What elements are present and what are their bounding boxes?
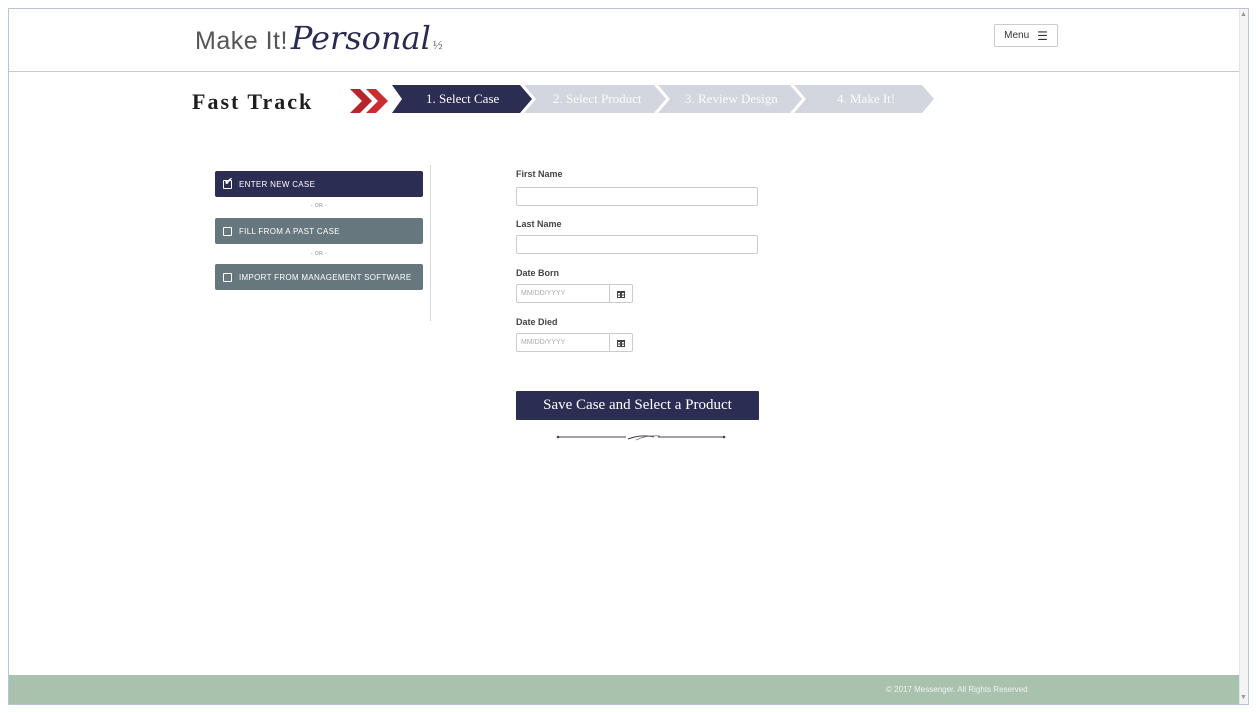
first-name-field[interactable] [516, 187, 758, 206]
last-name-label: Last Name [516, 219, 562, 229]
step-3-label[interactable]: 3. Review Design [685, 91, 778, 107]
save-case-button[interactable]: Save Case and Select a Product [516, 391, 759, 420]
date-born-field[interactable] [516, 284, 610, 303]
enter-new-case-label: ENTER NEW CASE [239, 179, 316, 189]
or-separator: - OR - [310, 203, 328, 209]
calendar-icon [617, 339, 625, 347]
date-born-label: Date Born [516, 268, 560, 278]
logo-text-suffix: ½ [432, 37, 443, 52]
vertical-scrollbar[interactable]: ▲ ▼ [1239, 9, 1248, 704]
checkbox-checked-icon[interactable]: ✔ [223, 176, 233, 189]
hamburger-icon: ☰ [1037, 28, 1048, 43]
first-name-label: First Name [516, 169, 563, 179]
menu-button[interactable]: Menu ☰ [994, 24, 1058, 47]
fill-from-past-case-option[interactable]: FILL FROM A PAST CASE [215, 218, 423, 244]
browser-viewport: Make It! Personal ½ Menu ☰ Fast Track 1.… [8, 8, 1249, 705]
step-2-label[interactable]: 2. Select Product [553, 91, 641, 107]
checkbox-icon[interactable] [223, 226, 232, 236]
enter-new-case-option[interactable]: ✔ ENTER NEW CASE [215, 171, 423, 197]
date-died-field[interactable] [516, 333, 610, 352]
case-source-options: ✔ ENTER NEW CASE - OR - FILL FROM A PAST… [215, 165, 431, 321]
import-from-software-option[interactable]: IMPORT FROM MANAGEMENT SOFTWARE [215, 264, 423, 290]
copyright-text: © 2017 Messenger. All Rights Reserved [886, 685, 1028, 694]
logo-text-script: Personal [290, 19, 431, 57]
step-4-label[interactable]: 4. Make It! [837, 91, 895, 107]
scroll-up-icon[interactable]: ▲ [1240, 11, 1247, 19]
logo-text-main: Make It! [195, 27, 288, 55]
last-name-field[interactable] [516, 235, 758, 254]
checkbox-icon[interactable] [223, 272, 232, 282]
site-footer: © 2017 Messenger. All Rights Reserved [9, 675, 1240, 704]
fast-track-title: Fast Track [192, 89, 314, 114]
ornament-divider [556, 435, 726, 441]
date-died-label: Date Died [516, 317, 558, 327]
site-logo[interactable]: Make It! Personal ½ [195, 19, 443, 59]
step-1-label[interactable]: 1. Select Case [426, 91, 499, 107]
calendar-icon [617, 290, 625, 298]
import-from-software-label: IMPORT FROM MANAGEMENT SOFTWARE [239, 272, 412, 282]
menu-button-label: Menu [1004, 30, 1030, 41]
site-header: Make It! Personal ½ Menu ☰ [9, 9, 1240, 72]
or-separator: - OR - [310, 251, 328, 257]
date-died-calendar-button[interactable] [609, 333, 633, 352]
fill-from-past-case-label: FILL FROM A PAST CASE [239, 226, 340, 236]
scroll-down-icon[interactable]: ▼ [1240, 694, 1247, 702]
date-born-calendar-button[interactable] [609, 284, 633, 303]
